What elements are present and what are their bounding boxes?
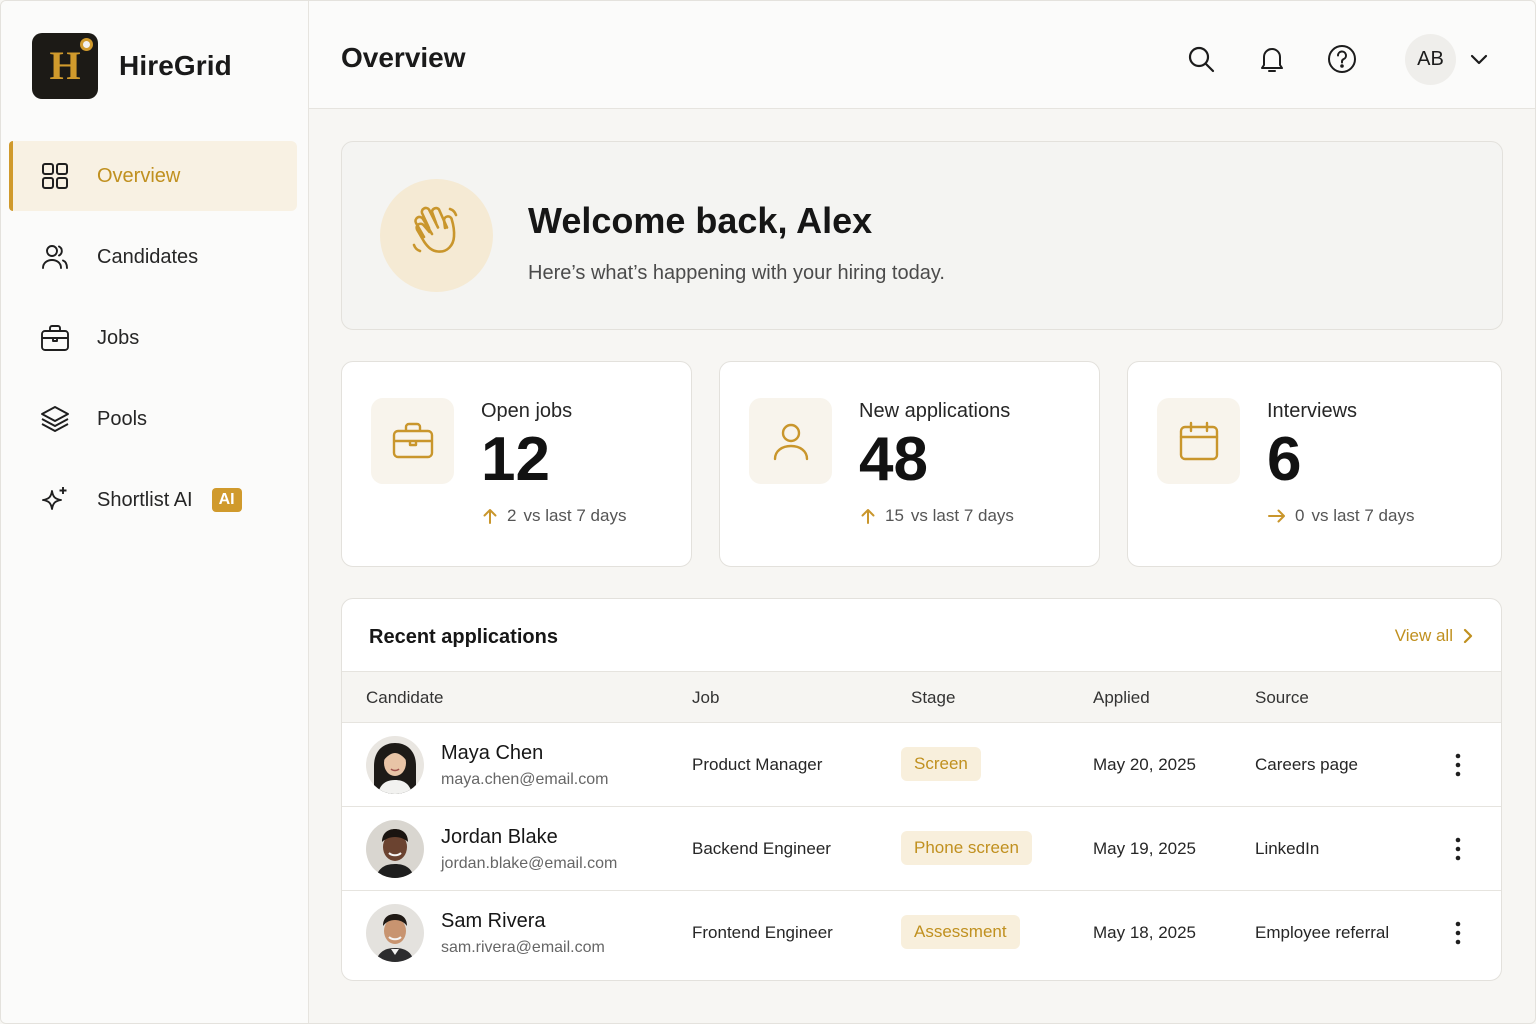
help-icon[interactable]	[1325, 42, 1359, 76]
sidebar-item-label: Candidates	[97, 245, 199, 268]
applied-date: May 18, 2025	[1093, 923, 1197, 942]
stat-card-interviews[interactable]: Interviews 6 0 vs last 7 days	[1127, 361, 1502, 567]
column-header-source[interactable]: Source	[1255, 688, 1309, 708]
arrow-right-icon	[1268, 509, 1285, 523]
arrow-up-icon	[861, 509, 875, 524]
stat-delta-value: 15	[885, 506, 904, 525]
stat-card-open-jobs[interactable]: Open jobs 12 2 vs last 7 days	[341, 361, 692, 567]
job-title: Product Manager	[692, 755, 823, 774]
welcome-title: Welcome back, Alex	[528, 200, 873, 241]
users-icon	[40, 242, 70, 272]
sidebar-item-label: Jobs	[97, 326, 140, 349]
applied-date: May 20, 2025	[1093, 755, 1197, 774]
avatar	[366, 736, 424, 794]
logo-dot	[80, 38, 93, 51]
bell-icon[interactable]	[1255, 42, 1289, 76]
source: Careers page	[1255, 755, 1359, 774]
stat-delta-text: vs last 7 days	[523, 506, 627, 525]
welcome-banner: Welcome back, Alex Here’s what’s happeni…	[341, 141, 1503, 330]
grid-icon	[40, 161, 70, 191]
stage-badge: Screen	[901, 747, 981, 781]
calendar-icon	[1157, 398, 1240, 484]
sparkle-icon	[40, 485, 70, 515]
section-title: Recent applications	[369, 626, 558, 648]
recent-applications-card: Recent applications View all Candidate J…	[341, 598, 1502, 981]
column-header-stage[interactable]: Stage	[911, 688, 955, 708]
stat-delta-text: vs last 7 days	[910, 506, 1014, 525]
source: LinkedIn	[1255, 839, 1320, 858]
logo: H	[32, 33, 98, 99]
sidebar-item-pools[interactable]: Pools	[9, 384, 297, 454]
sidebar-item-label: Pools	[97, 407, 148, 430]
app-window: H HireGrid Overview Candidates Jobs Pool…	[0, 0, 1536, 1024]
ai-badge: AI	[211, 488, 242, 512]
view-all-label: View all	[1394, 626, 1453, 645]
candidate-name[interactable]: Jordan Blake	[441, 826, 558, 849]
sidebar-item-overview[interactable]: Overview	[9, 141, 297, 211]
stat-delta-value: 0	[1295, 506, 1305, 525]
topbar: Overview AB	[309, 1, 1535, 109]
column-header-applied[interactable]: Applied	[1093, 688, 1150, 708]
chevron-down-icon[interactable]	[1467, 47, 1491, 71]
stat-card-new-applications[interactable]: New applications 48 15 vs last 7 days	[719, 361, 1100, 567]
sidebar-item-jobs[interactable]: Jobs	[9, 303, 297, 373]
stat-value: 12	[481, 425, 550, 494]
app-name: HireGrid	[119, 50, 232, 81]
stat-delta: 0 vs last 7 days	[1267, 506, 1414, 526]
stat-label: New applications	[859, 400, 1011, 422]
table-header: Candidate Job Stage Applied Source	[342, 671, 1501, 723]
column-header-job[interactable]: Job	[692, 688, 719, 708]
candidate-name[interactable]: Sam Rivera	[441, 910, 545, 933]
brand[interactable]: H HireGrid	[32, 33, 232, 99]
sidebar-item-label: Shortlist AI	[97, 488, 193, 511]
sidebar: H HireGrid Overview Candidates Jobs Pool…	[1, 1, 309, 1023]
sidebar-nav: Overview Candidates Jobs Pools Shortlist…	[9, 141, 297, 546]
more-options-icon[interactable]	[1446, 920, 1470, 946]
applied-date: May 19, 2025	[1093, 839, 1197, 858]
search-icon[interactable]	[1184, 42, 1218, 76]
column-header-candidate[interactable]: Candidate	[366, 688, 444, 708]
view-all-link[interactable]: View all	[1395, 626, 1475, 646]
candidate-email: sam.rivera@email.com	[441, 939, 605, 956]
logo-letter: H	[49, 43, 81, 88]
wave-hand-icon	[380, 179, 493, 292]
stat-label: Interviews	[1267, 400, 1358, 422]
more-options-icon[interactable]	[1446, 752, 1470, 778]
stat-delta: 2 vs last 7 days	[481, 506, 626, 526]
arrow-up-icon	[483, 509, 497, 524]
job-title: Frontend Engineer	[692, 923, 833, 942]
stat-delta-value: 2	[507, 506, 517, 525]
sidebar-item-candidates[interactable]: Candidates	[9, 222, 297, 292]
chevron-right-icon	[1463, 628, 1473, 644]
table-row[interactable]: Sam Rivera sam.rivera@email.com Frontend…	[342, 891, 1501, 975]
layers-icon	[40, 404, 70, 434]
stat-delta-text: vs last 7 days	[1311, 506, 1415, 525]
source: Employee referral	[1255, 923, 1390, 942]
avatar	[366, 904, 424, 962]
stat-label: Open jobs	[481, 400, 573, 422]
more-options-icon[interactable]	[1446, 836, 1470, 862]
page-title: Overview	[341, 42, 466, 73]
briefcase-icon	[40, 323, 70, 353]
table-row[interactable]: Jordan Blake jordan.blake@email.com Back…	[342, 807, 1501, 891]
sidebar-item-shortlist-ai[interactable]: Shortlist AI AI	[9, 465, 297, 535]
briefcase-icon	[371, 398, 454, 484]
stat-delta: 15 vs last 7 days	[859, 506, 1014, 526]
sidebar-item-label: Overview	[97, 164, 181, 187]
table-row[interactable]: Maya Chen maya.chen@email.com Product Ma…	[342, 723, 1501, 807]
job-title: Backend Engineer	[692, 839, 831, 858]
candidate-name[interactable]: Maya Chen	[441, 742, 543, 765]
user-avatar[interactable]: AB	[1405, 34, 1456, 85]
stat-value: 6	[1267, 425, 1302, 494]
stage-badge: Assessment	[901, 915, 1020, 949]
user-icon	[749, 398, 832, 484]
stage-badge: Phone screen	[901, 831, 1032, 865]
welcome-subtitle: Here’s what’s happening with your hiring…	[528, 262, 945, 284]
candidate-email: maya.chen@email.com	[441, 771, 609, 788]
stat-value: 48	[859, 425, 928, 494]
candidate-email: jordan.blake@email.com	[441, 855, 618, 872]
avatar	[366, 820, 424, 878]
